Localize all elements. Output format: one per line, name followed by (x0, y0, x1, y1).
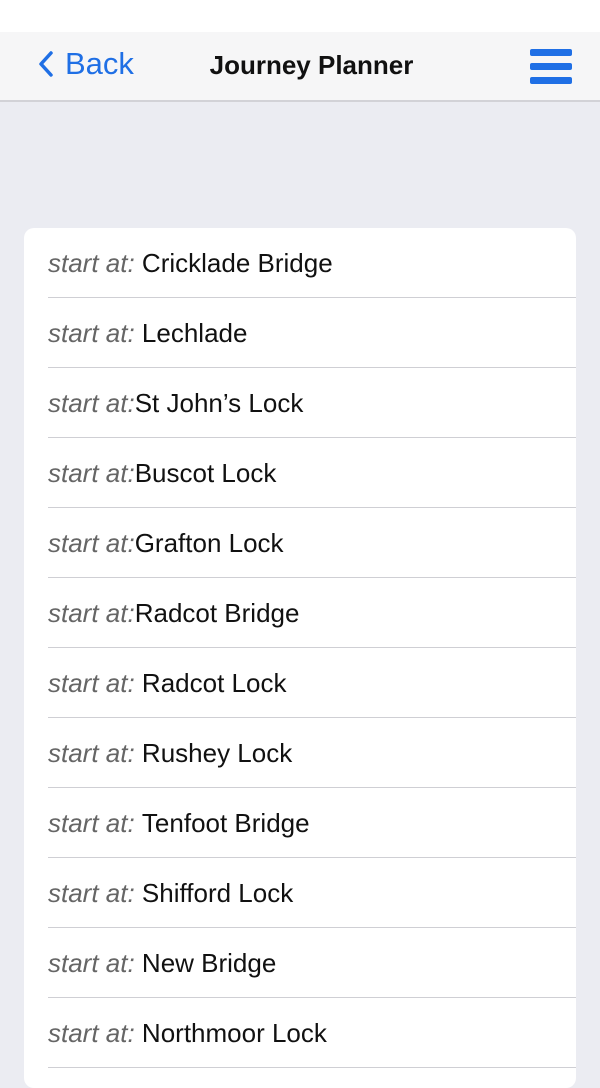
item-place: Buscot Lock (134, 457, 277, 488)
item-place: St John’s Lock (134, 387, 304, 418)
item-place: Radcot Lock (141, 667, 287, 698)
item-prefix: start at: (48, 947, 142, 978)
item-prefix: start at: (48, 667, 142, 698)
item-place: Cricklade Bridge (141, 247, 333, 278)
list-item[interactable]: start at: St John’s Lock (24, 368, 576, 438)
list-item[interactable]: start at: New Bridge (24, 928, 576, 998)
list-item[interactable]: start at: Radcot Lock (24, 648, 576, 718)
start-location-list: start at: Cricklade Bridge start at: Lec… (24, 228, 576, 1088)
item-prefix: start at: (48, 527, 135, 558)
item-place: Lechlade (141, 317, 248, 348)
navigation-bar: Back Journey Planner (0, 32, 600, 102)
item-prefix: start at: (48, 387, 135, 418)
list-item[interactable]: start at: Tenfoot Bridge (24, 788, 576, 858)
hamburger-menu-icon (530, 77, 572, 84)
list-item[interactable]: start at: Rushey Lock (24, 718, 576, 788)
list-item[interactable]: start at: Radcot Bridge (24, 578, 576, 648)
item-prefix: start at: (48, 1017, 142, 1048)
item-prefix: start at: (48, 317, 142, 348)
item-place: Tenfoot Bridge (141, 807, 310, 838)
item-prefix: start at: (48, 807, 142, 838)
item-place: Radcot Bridge (134, 597, 300, 628)
item-place: Grafton Lock (134, 527, 284, 558)
list-item[interactable]: start at: Shifford Lock (24, 858, 576, 928)
hamburger-menu-icon (530, 49, 572, 56)
item-place: Shifford Lock (141, 877, 294, 908)
item-prefix: start at: (48, 737, 142, 768)
item-place: Rushey Lock (141, 737, 293, 768)
menu-button[interactable] (530, 49, 572, 85)
list-item[interactable]: start at: Lechlade (24, 298, 576, 368)
item-prefix: start at: (48, 877, 142, 908)
list-item[interactable]: start at: Grafton Lock (24, 508, 576, 578)
item-place: New Bridge (141, 947, 277, 978)
item-prefix: start at: (48, 247, 142, 278)
hamburger-menu-icon (530, 63, 572, 70)
page-title: Journey Planner (209, 50, 414, 80)
status-bar (0, 0, 600, 32)
list-item[interactable]: start at: Cricklade Bridge (24, 228, 576, 298)
list-item[interactable]: start at: Northmoor Lock (24, 998, 576, 1068)
item-place: Northmoor Lock (141, 1017, 327, 1048)
list-item[interactable]: start at: Buscot Lock (24, 438, 576, 508)
item-prefix: start at: (48, 457, 135, 488)
item-prefix: start at: (48, 597, 135, 628)
